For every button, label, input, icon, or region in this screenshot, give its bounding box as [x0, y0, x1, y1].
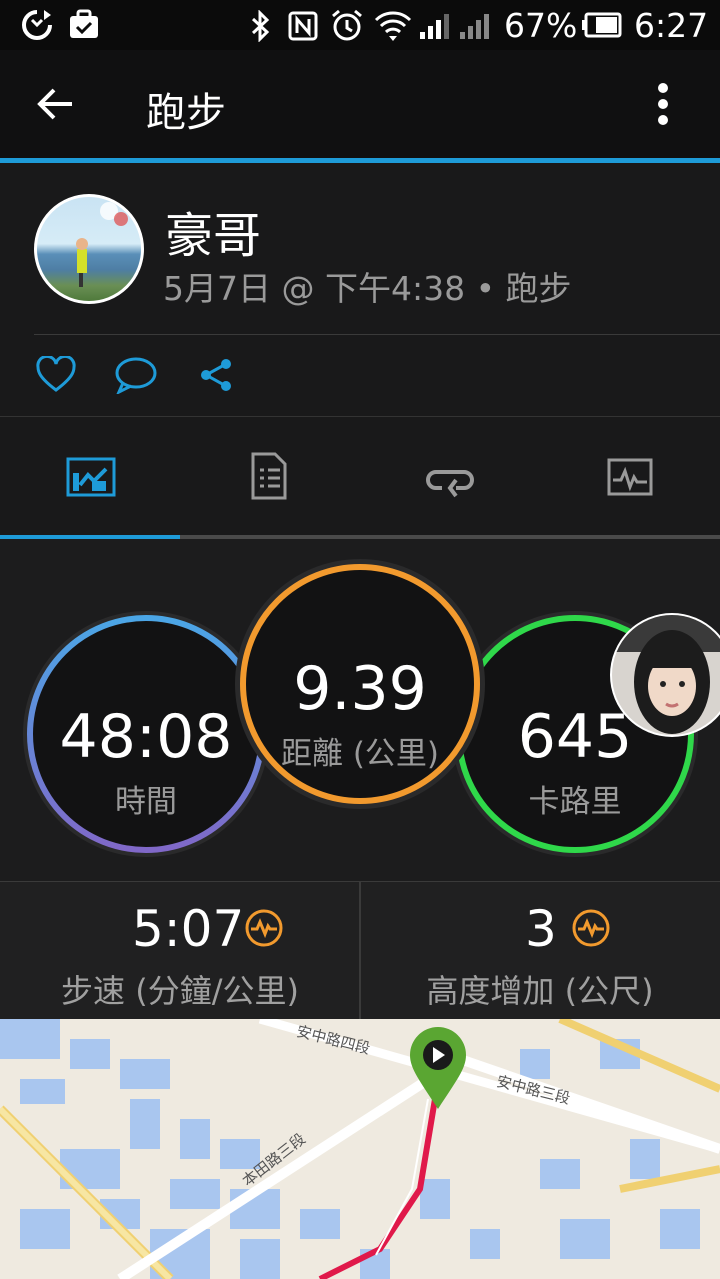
elevation-value: 3 — [525, 900, 557, 958]
distance-value: 9.39 — [293, 654, 427, 724]
activity-meta: 5月7日 @ 下午4:38 • 跑步 — [163, 269, 572, 308]
like-heart-icon[interactable] — [36, 356, 76, 394]
wifi-icon — [374, 11, 412, 41]
overview-chart-icon[interactable] — [66, 457, 116, 497]
calories-label: 卡路里 — [528, 784, 622, 820]
clock-time: 6:27 — [634, 6, 709, 45]
distance-label: 距離 (公里) — [280, 736, 440, 772]
elevation-activity-icon[interactable] — [571, 908, 611, 948]
user-name[interactable]: 豪哥 — [165, 196, 261, 266]
briefcase-check-icon — [70, 9, 98, 38]
status-bar: 67% 6:27 — [0, 0, 720, 50]
alarm-icon — [332, 9, 362, 41]
divider — [34, 334, 720, 335]
elevation-label: 高度增加 (公尺) — [426, 972, 654, 1010]
nfc-icon — [288, 11, 318, 41]
vertical-divider — [359, 881, 361, 1019]
user-avatar[interactable] — [34, 194, 144, 304]
page-title: 跑步 — [146, 90, 226, 136]
time-value: 48:08 — [59, 702, 233, 772]
pace-label: 步速 (分鐘/公里) — [61, 972, 299, 1010]
graph-icon[interactable] — [607, 458, 653, 496]
route-map[interactable]: 安中路四段 安中路三段 本田路三段 — [0, 1019, 720, 1279]
pace-value: 5:07 — [132, 900, 245, 958]
comment-bubble-icon[interactable] — [114, 356, 158, 394]
app-bar — [0, 50, 720, 158]
more-options-icon[interactable] — [651, 82, 675, 128]
battery-percent: 67% — [504, 6, 578, 45]
pace-activity-icon[interactable] — [244, 908, 284, 948]
time-label: 時間 — [115, 784, 177, 820]
sync-icon — [22, 10, 52, 40]
laps-loop-icon[interactable] — [426, 462, 474, 498]
bluetooth-icon — [251, 10, 270, 42]
battery-icon — [582, 12, 622, 38]
map-canvas — [0, 1019, 720, 1279]
signal-1-icon — [420, 14, 449, 39]
back-arrow-icon[interactable] — [36, 84, 76, 124]
friend-avatar-bubble[interactable] — [610, 612, 720, 738]
share-icon[interactable] — [198, 357, 234, 393]
runner-photo — [76, 202, 128, 287]
signal-2-icon — [460, 14, 489, 39]
start-pin-icon[interactable] — [408, 1027, 468, 1111]
details-list-icon[interactable] — [251, 452, 287, 500]
